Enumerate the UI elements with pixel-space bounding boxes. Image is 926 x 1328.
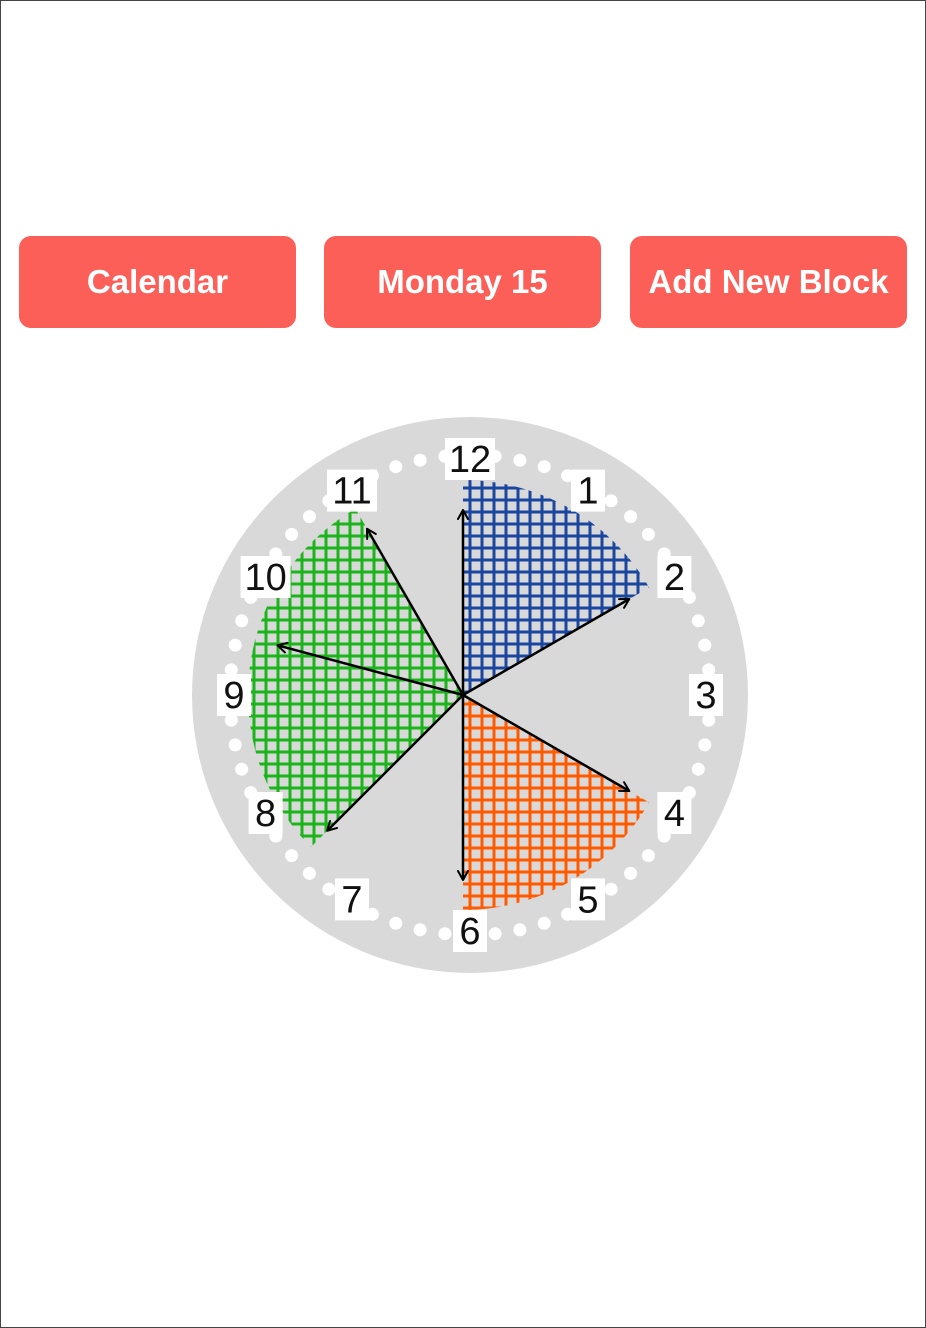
svg-text:12: 12 (449, 439, 491, 481)
minute-dot (389, 460, 403, 474)
minute-dot (698, 738, 712, 752)
minute-dot (604, 882, 618, 896)
minute-dot (235, 762, 249, 776)
minute-dot (641, 527, 655, 541)
hour-label-6: 6 (453, 910, 487, 953)
minute-dot (413, 923, 427, 937)
minute-dot (537, 460, 551, 474)
svg-text:9: 9 (223, 675, 244, 717)
minute-dot (604, 494, 618, 508)
hour-label-8: 8 (248, 792, 283, 835)
clock[interactable]: 121234567891011 (0, 0, 926, 1328)
hour-label-12: 12 (445, 438, 495, 481)
minute-dot (413, 453, 427, 467)
hour-label-10: 10 (240, 556, 291, 599)
svg-text:3: 3 (695, 675, 716, 717)
minute-dot (228, 738, 242, 752)
minute-dot (302, 510, 316, 524)
hour-label-5: 5 (571, 878, 605, 921)
hour-label-3: 3 (689, 674, 723, 717)
minute-dot (691, 614, 705, 628)
svg-text:11: 11 (332, 471, 371, 513)
minute-dot (228, 638, 242, 652)
minute-dot (488, 927, 502, 941)
minute-dot (285, 527, 299, 541)
svg-text:1: 1 (577, 471, 598, 513)
center-pivot (460, 692, 466, 698)
minute-dot (698, 638, 712, 652)
minute-dot (302, 866, 316, 880)
minute-dot (322, 882, 336, 896)
minute-dot (691, 762, 705, 776)
svg-text:4: 4 (664, 793, 685, 835)
minute-dot (513, 453, 527, 467)
minute-dot (624, 510, 638, 524)
minute-dot (235, 614, 249, 628)
minute-dot (389, 916, 403, 930)
minute-dot (438, 927, 452, 941)
hour-label-4: 4 (657, 792, 692, 835)
minute-dot (624, 866, 638, 880)
svg-text:5: 5 (577, 879, 598, 921)
svg-text:8: 8 (255, 793, 276, 835)
hour-label-11: 11 (327, 469, 377, 513)
hour-label-2: 2 (657, 556, 692, 599)
hour-label-9: 9 (217, 674, 251, 717)
svg-text:2: 2 (664, 557, 685, 599)
svg-text:6: 6 (459, 911, 480, 953)
svg-text:7: 7 (341, 879, 362, 921)
hour-label-7: 7 (335, 878, 369, 921)
minute-dot (513, 923, 527, 937)
hour-label-1: 1 (571, 469, 605, 513)
minute-dot (641, 849, 655, 863)
minute-dot (285, 849, 299, 863)
svg-text:10: 10 (244, 557, 286, 599)
minute-dot (537, 916, 551, 930)
